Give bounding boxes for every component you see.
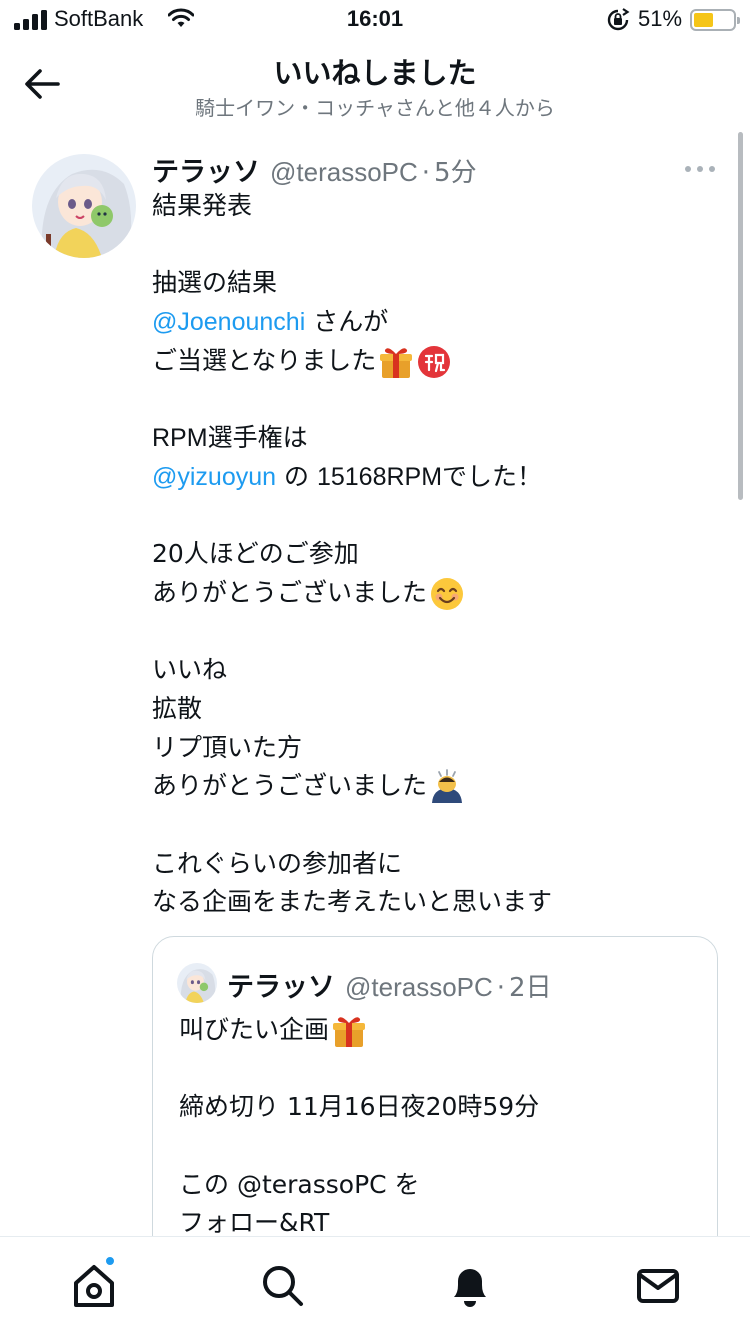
gift-emoji: [380, 347, 413, 378]
home-icon: [74, 1265, 114, 1307]
page-header: いいねしました 騎士イワン・コッチャさんと他４人から: [0, 40, 750, 130]
separator-dot: ·: [421, 158, 431, 188]
battery-icon: [690, 9, 740, 31]
line-text: さんが: [305, 307, 389, 337]
line-text: の: [276, 461, 317, 491]
line-text: RPM: [152, 424, 208, 453]
tweet-time[interactable]: 5分: [434, 152, 477, 189]
quoted-line: この @terassoPC を: [179, 1169, 420, 1199]
line-text: でした！: [442, 461, 543, 491]
avatar[interactable]: [32, 154, 136, 258]
bell-icon: [454, 1269, 486, 1307]
mail-icon: [637, 1269, 679, 1303]
tweet-line: ありがとうございました: [152, 767, 712, 806]
status-bar: SoftBank 16:01 51%: [0, 0, 750, 40]
line-text: ありがとうございました: [152, 771, 428, 801]
quoted-header: テラッソ @terassoPC · 2日: [227, 965, 552, 1004]
quoted-line: [179, 1127, 699, 1166]
line-text: 叫びたい企画: [179, 1015, 330, 1044]
line-text: ご当選となりました: [152, 345, 377, 375]
tweet-line: 20人ほどのご参加: [152, 539, 359, 569]
line-text: ありがとうございました: [152, 577, 428, 607]
scrollbar[interactable]: [738, 132, 743, 500]
tweet-line: [152, 497, 712, 536]
battery-level: [694, 13, 713, 27]
tweet-line: いいね: [152, 655, 228, 685]
tweet-line: @yizuoyun の 15168RPMでした！: [152, 458, 712, 497]
tab-bar: [0, 1236, 750, 1334]
search-tab[interactable]: [258, 1261, 306, 1309]
search-icon: [263, 1266, 303, 1306]
tweet-line: ありがとうございました: [152, 574, 712, 613]
tweet-line: [152, 806, 712, 845]
bowing-person-emoji: [432, 769, 463, 804]
tweet-line: [152, 613, 712, 652]
tweet-line: [152, 226, 712, 265]
battery-percent: 51%: [638, 6, 683, 31]
orientation-lock-icon: [607, 8, 630, 31]
quoted-author-name: テラッソ: [227, 972, 335, 1003]
tweet-line: RPM選手権は: [152, 419, 712, 458]
tweet-line: リプ頂いた方: [152, 732, 303, 762]
quoted-line: [179, 1050, 699, 1089]
quoted-line: 叫びたい企画: [179, 1011, 699, 1050]
quoted-tweet[interactable]: テラッソ @terassoPC · 2日 叫びたい企画 締め切り 11月16日夜…: [152, 936, 718, 1276]
tweet-line: [152, 380, 712, 419]
avatar-illustration: [32, 154, 136, 258]
more-options-icon[interactable]: [684, 164, 716, 174]
tweet-text: 結果発表 抽選の結果 @Joenounchi さんが ご当選となりました RPM…: [152, 187, 712, 922]
quoted-line: 締め切り 11月16日夜20時59分: [179, 1092, 540, 1122]
tweet-line: なる企画をまた考えたいと思います: [152, 887, 553, 917]
congratulations-emoji: [418, 345, 451, 378]
separator-dot: ·: [496, 973, 506, 1003]
tweet-line: 拡散: [152, 693, 203, 723]
tweet-line: これぐらいの参加者に: [152, 848, 403, 878]
quoted-avatar: [177, 963, 217, 1003]
author-handle[interactable]: @terassoPC: [270, 157, 418, 188]
notifications-tab[interactable]: [446, 1261, 494, 1309]
home-tab[interactable]: [70, 1255, 118, 1309]
smiling-face-emoji: [431, 577, 464, 610]
tweet-line: @Joenounchi さんが: [152, 303, 712, 342]
page-subtitle: 騎士イワン・コッチャさんと他４人から: [195, 96, 555, 120]
new-content-dot: [104, 1255, 116, 1267]
tweet-line: ご当選となりました: [152, 342, 712, 381]
quoted-text: 叫びたい企画 締め切り 11月16日夜20時59分 この @terassoPC …: [179, 1011, 699, 1243]
line-text: 15168RPM: [316, 462, 443, 491]
quoted-author-handle: @terassoPC: [345, 972, 493, 1002]
page-title: いいねしました: [273, 56, 477, 90]
mention-link[interactable]: @Joenounchi: [152, 308, 305, 336]
tweet-header: テラッソ @terassoPC · 5分: [152, 150, 477, 189]
messages-tab[interactable]: [634, 1261, 682, 1309]
tweet-line: 抽選の結果: [152, 268, 278, 298]
tweet-line: 結果発表: [152, 191, 253, 220]
line-text: 選手権は: [207, 423, 308, 453]
avatar-illustration: [177, 963, 217, 1003]
mention-link[interactable]: @yizuoyun: [152, 463, 276, 491]
author-name[interactable]: テラッソ: [152, 150, 260, 189]
gift-emoji: [333, 1017, 366, 1047]
quoted-time: 2日: [509, 973, 552, 1003]
